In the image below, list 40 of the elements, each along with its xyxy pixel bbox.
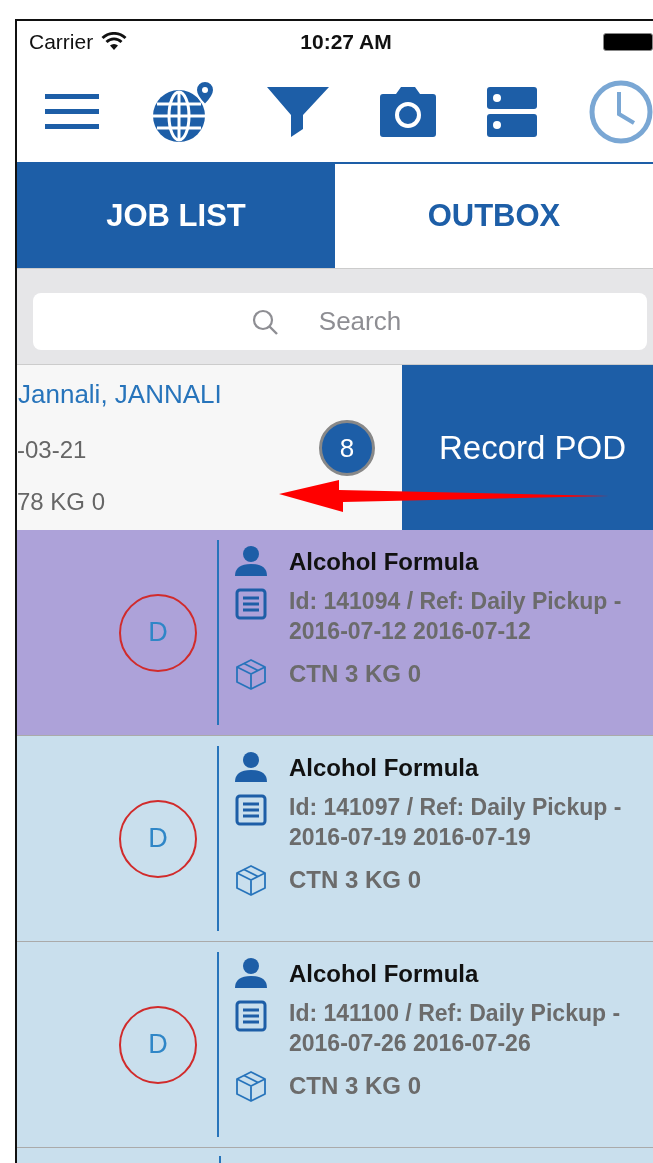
job-row[interactable]: D Alcohol Formula Id: 141097 / Ref: Daily Pickup - 2016-07-19 2016-07-19 CTN 3 KG 0 bbox=[17, 736, 653, 942]
job-title: Jannali, JANNALI bbox=[18, 379, 222, 410]
customer-name: Alcohol Formula bbox=[289, 753, 479, 782]
filter-icon[interactable] bbox=[267, 87, 329, 137]
search-field[interactable]: Search bbox=[33, 293, 647, 350]
job-reference: Id: 141100 / Ref: Daily Pickup - 2016-07-26 2016-07-26 bbox=[289, 999, 622, 1058]
count-badge: 8 bbox=[319, 420, 375, 476]
box-icon bbox=[235, 658, 267, 690]
status-indicator: D bbox=[119, 799, 197, 878]
document-icon bbox=[235, 588, 267, 620]
carrier-name: Carrier bbox=[29, 29, 94, 54]
job-row[interactable]: D Alcohol Formula Id: 141100 / Ref: Daily Pickup - 2016-07-26 2016-07-26 CTN 3 KG 0 bbox=[17, 942, 653, 1148]
document-icon bbox=[235, 1000, 267, 1032]
status-indicator: D bbox=[119, 1005, 197, 1084]
job-date: -03-21 bbox=[17, 436, 87, 464]
status-indicator: D bbox=[119, 593, 197, 672]
job-reference: Id: 141094 / Ref: Daily Pickup - 2016-07-12 2016-07-12 bbox=[289, 587, 623, 646]
globe-pin-icon[interactable] bbox=[150, 80, 216, 144]
job-quantity: CTN 3 KG 0 bbox=[289, 1071, 422, 1100]
job-quantity: CTN 3 KG 0 bbox=[289, 865, 422, 894]
person-icon bbox=[235, 546, 267, 576]
document-icon bbox=[235, 794, 267, 826]
box-icon bbox=[235, 864, 267, 896]
job-row[interactable]: D Alcohol Formula Id: 141094 / Ref: Daily Pickup - 2016-07-12 2016-07-12 CTN 3 KG 0 bbox=[17, 530, 653, 736]
status-time: 10:27 AM bbox=[299, 29, 393, 54]
job-reference: Id: 141097 / Ref: Daily Pickup - 2016-07-19 2016-07-19 bbox=[289, 793, 623, 852]
camera-icon[interactable] bbox=[380, 87, 436, 137]
person-icon bbox=[235, 752, 267, 782]
box-icon bbox=[235, 1070, 267, 1102]
wifi-icon bbox=[101, 32, 128, 51]
job-quantity: 78 KG 0 bbox=[17, 488, 106, 516]
job-quantity: CTN 3 KG 0 bbox=[289, 659, 422, 688]
record-pod-button[interactable]: Record POD bbox=[402, 365, 653, 530]
customer-name: Alcohol Formula bbox=[289, 959, 479, 988]
menu-icon[interactable] bbox=[45, 94, 99, 130]
person-icon bbox=[235, 958, 267, 988]
tab[interactable]: JOB LIST bbox=[17, 164, 335, 268]
customer-name: Alcohol Formula bbox=[289, 547, 479, 576]
server-icon[interactable] bbox=[487, 87, 537, 137]
battery-icon bbox=[603, 32, 653, 51]
